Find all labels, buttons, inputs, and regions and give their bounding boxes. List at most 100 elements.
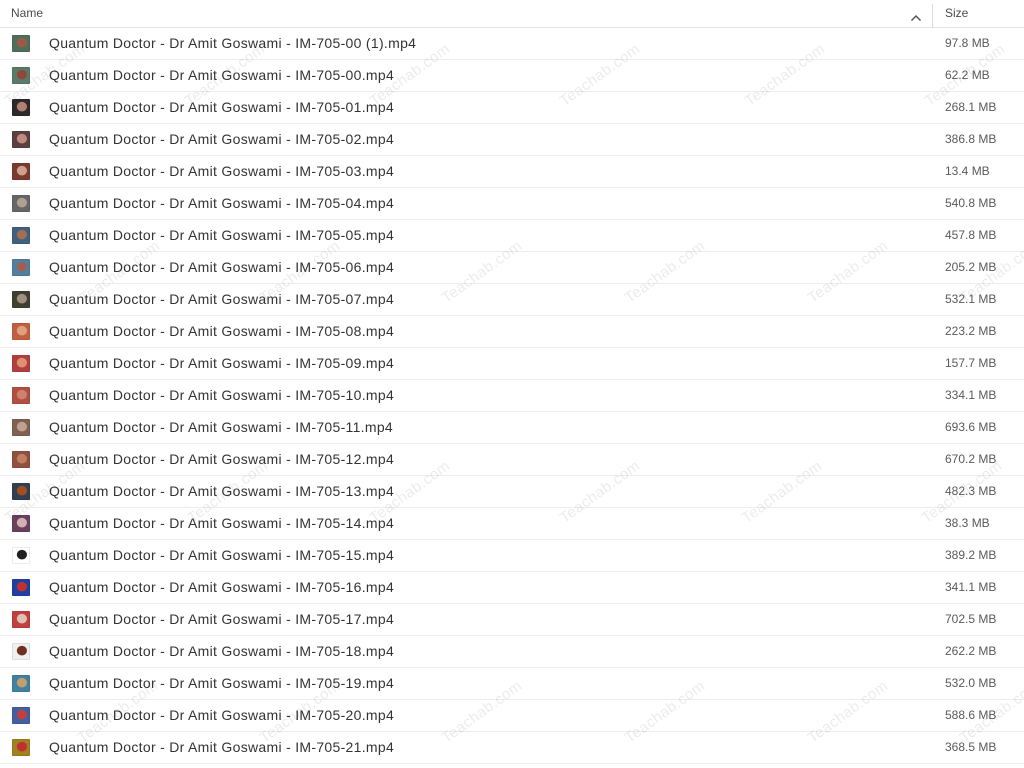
video-thumbnail-icon <box>12 99 30 116</box>
file-row[interactable]: Quantum Doctor - Dr Amit Goswami - IM-70… <box>0 28 1024 60</box>
file-size: 38.3 MB <box>945 516 990 530</box>
file-name: Quantum Doctor - Dr Amit Goswami - IM-70… <box>49 67 395 83</box>
file-name: Quantum Doctor - Dr Amit Goswami - IM-70… <box>49 291 395 307</box>
file-size: 334.1 MB <box>945 388 997 402</box>
file-list-view: Name Size Quantum Doctor - Dr Amit Goswa… <box>0 0 1024 768</box>
video-thumbnail-icon <box>12 611 30 628</box>
file-size: 532.1 MB <box>945 292 997 306</box>
size-column-label: Size <box>945 6 969 20</box>
file-name: Quantum Doctor - Dr Amit Goswami - IM-70… <box>49 451 395 467</box>
file-size: 223.2 MB <box>945 324 997 338</box>
file-row[interactable]: Quantum Doctor - Dr Amit Goswami - IM-70… <box>0 508 1024 540</box>
video-thumbnail-icon <box>12 195 30 212</box>
file-name: Quantum Doctor - Dr Amit Goswami - IM-70… <box>49 611 395 627</box>
file-row[interactable]: Quantum Doctor - Dr Amit Goswami - IM-70… <box>0 540 1024 572</box>
video-thumbnail-icon <box>12 547 30 564</box>
file-row[interactable]: Quantum Doctor - Dr Amit Goswami - IM-70… <box>0 444 1024 476</box>
video-thumbnail-icon <box>12 163 30 180</box>
file-name: Quantum Doctor - Dr Amit Goswami - IM-70… <box>49 515 395 531</box>
file-row[interactable]: Quantum Doctor - Dr Amit Goswami - IM-70… <box>0 348 1024 380</box>
video-thumbnail-icon <box>12 131 30 148</box>
file-row[interactable]: Quantum Doctor - Dr Amit Goswami - IM-70… <box>0 700 1024 732</box>
file-name: Quantum Doctor - Dr Amit Goswami - IM-70… <box>49 227 395 243</box>
video-thumbnail-icon <box>12 35 30 52</box>
file-size: 368.5 MB <box>945 740 997 754</box>
file-name: Quantum Doctor - Dr Amit Goswami - IM-70… <box>49 195 395 211</box>
video-thumbnail-icon <box>12 67 30 84</box>
file-row[interactable]: Quantum Doctor - Dr Amit Goswami - IM-70… <box>0 732 1024 764</box>
video-thumbnail-icon <box>12 483 30 500</box>
file-row[interactable]: Quantum Doctor - Dr Amit Goswami - IM-70… <box>0 188 1024 220</box>
file-size: 540.8 MB <box>945 196 997 210</box>
file-name: Quantum Doctor - Dr Amit Goswami - IM-70… <box>49 419 394 435</box>
file-row[interactable]: Quantum Doctor - Dr Amit Goswami - IM-70… <box>0 668 1024 700</box>
file-size: 62.2 MB <box>945 68 990 82</box>
video-thumbnail-icon <box>12 419 30 436</box>
file-row[interactable]: Quantum Doctor - Dr Amit Goswami - IM-70… <box>0 604 1024 636</box>
size-column-header[interactable]: Size <box>933 0 1024 27</box>
file-size: 457.8 MB <box>945 228 997 242</box>
video-thumbnail-icon <box>12 227 30 244</box>
file-row[interactable]: Quantum Doctor - Dr Amit Goswami - IM-70… <box>0 380 1024 412</box>
video-thumbnail-icon <box>12 259 30 276</box>
video-thumbnail-icon <box>12 579 30 596</box>
file-size: 532.0 MB <box>945 676 997 690</box>
chevron-up-icon <box>910 9 922 22</box>
file-size: 386.8 MB <box>945 132 997 146</box>
file-row[interactable]: Quantum Doctor - Dr Amit Goswami - IM-70… <box>0 636 1024 668</box>
file-size: 588.6 MB <box>945 708 997 722</box>
video-thumbnail-icon <box>12 707 30 724</box>
file-row[interactable]: Quantum Doctor - Dr Amit Goswami - IM-70… <box>0 572 1024 604</box>
file-row[interactable]: Quantum Doctor - Dr Amit Goswami - IM-70… <box>0 412 1024 444</box>
file-name: Quantum Doctor - Dr Amit Goswami - IM-70… <box>49 387 395 403</box>
file-row[interactable]: Quantum Doctor - Dr Amit Goswami - IM-70… <box>0 60 1024 92</box>
file-row[interactable]: Quantum Doctor - Dr Amit Goswami - IM-70… <box>0 220 1024 252</box>
file-size: 262.2 MB <box>945 644 997 658</box>
video-thumbnail-icon <box>12 387 30 404</box>
file-name: Quantum Doctor - Dr Amit Goswami - IM-70… <box>49 163 395 179</box>
file-size: 268.1 MB <box>945 100 997 114</box>
video-thumbnail-icon <box>12 675 30 692</box>
file-name: Quantum Doctor - Dr Amit Goswami - IM-70… <box>49 643 395 659</box>
file-row[interactable]: Quantum Doctor - Dr Amit Goswami - IM-70… <box>0 252 1024 284</box>
file-row[interactable]: Quantum Doctor - Dr Amit Goswami - IM-70… <box>0 124 1024 156</box>
file-name: Quantum Doctor - Dr Amit Goswami - IM-70… <box>49 579 395 595</box>
file-size: 702.5 MB <box>945 612 997 626</box>
file-name: Quantum Doctor - Dr Amit Goswami - IM-70… <box>49 547 395 563</box>
file-row[interactable]: Quantum Doctor - Dr Amit Goswami - IM-70… <box>0 476 1024 508</box>
file-size: 205.2 MB <box>945 260 997 274</box>
file-row[interactable]: Quantum Doctor - Dr Amit Goswami - IM-70… <box>0 284 1024 316</box>
file-name: Quantum Doctor - Dr Amit Goswami - IM-70… <box>49 259 395 275</box>
file-size: 97.8 MB <box>945 36 990 50</box>
name-column-header[interactable]: Name <box>0 0 932 27</box>
file-row[interactable]: Quantum Doctor - Dr Amit Goswami - IM-70… <box>0 92 1024 124</box>
file-name: Quantum Doctor - Dr Amit Goswami - IM-70… <box>49 739 395 755</box>
video-thumbnail-icon <box>12 643 30 660</box>
file-name: Quantum Doctor - Dr Amit Goswami - IM-70… <box>49 355 395 371</box>
file-list: Quantum Doctor - Dr Amit Goswami - IM-70… <box>0 28 1024 764</box>
file-size: 13.4 MB <box>945 164 990 178</box>
video-thumbnail-icon <box>12 515 30 532</box>
video-thumbnail-icon <box>12 451 30 468</box>
video-thumbnail-icon <box>12 323 30 340</box>
file-size: 389.2 MB <box>945 548 997 562</box>
file-name: Quantum Doctor - Dr Amit Goswami - IM-70… <box>49 35 417 51</box>
video-thumbnail-icon <box>12 739 30 756</box>
file-name: Quantum Doctor - Dr Amit Goswami - IM-70… <box>49 131 395 147</box>
file-row[interactable]: Quantum Doctor - Dr Amit Goswami - IM-70… <box>0 316 1024 348</box>
video-thumbnail-icon <box>12 355 30 372</box>
file-name: Quantum Doctor - Dr Amit Goswami - IM-70… <box>49 675 395 691</box>
file-name: Quantum Doctor - Dr Amit Goswami - IM-70… <box>49 323 395 339</box>
file-size: 693.6 MB <box>945 420 997 434</box>
column-header-row: Name Size <box>0 0 1024 28</box>
file-name: Quantum Doctor - Dr Amit Goswami - IM-70… <box>49 707 395 723</box>
file-name: Quantum Doctor - Dr Amit Goswami - IM-70… <box>49 99 395 115</box>
name-column-label: Name <box>11 6 44 20</box>
file-row[interactable]: Quantum Doctor - Dr Amit Goswami - IM-70… <box>0 156 1024 188</box>
file-size: 670.2 MB <box>945 452 997 466</box>
file-size: 157.7 MB <box>945 356 997 370</box>
file-size: 482.3 MB <box>945 484 997 498</box>
video-thumbnail-icon <box>12 291 30 308</box>
file-size: 341.1 MB <box>945 580 997 594</box>
file-name: Quantum Doctor - Dr Amit Goswami - IM-70… <box>49 483 395 499</box>
